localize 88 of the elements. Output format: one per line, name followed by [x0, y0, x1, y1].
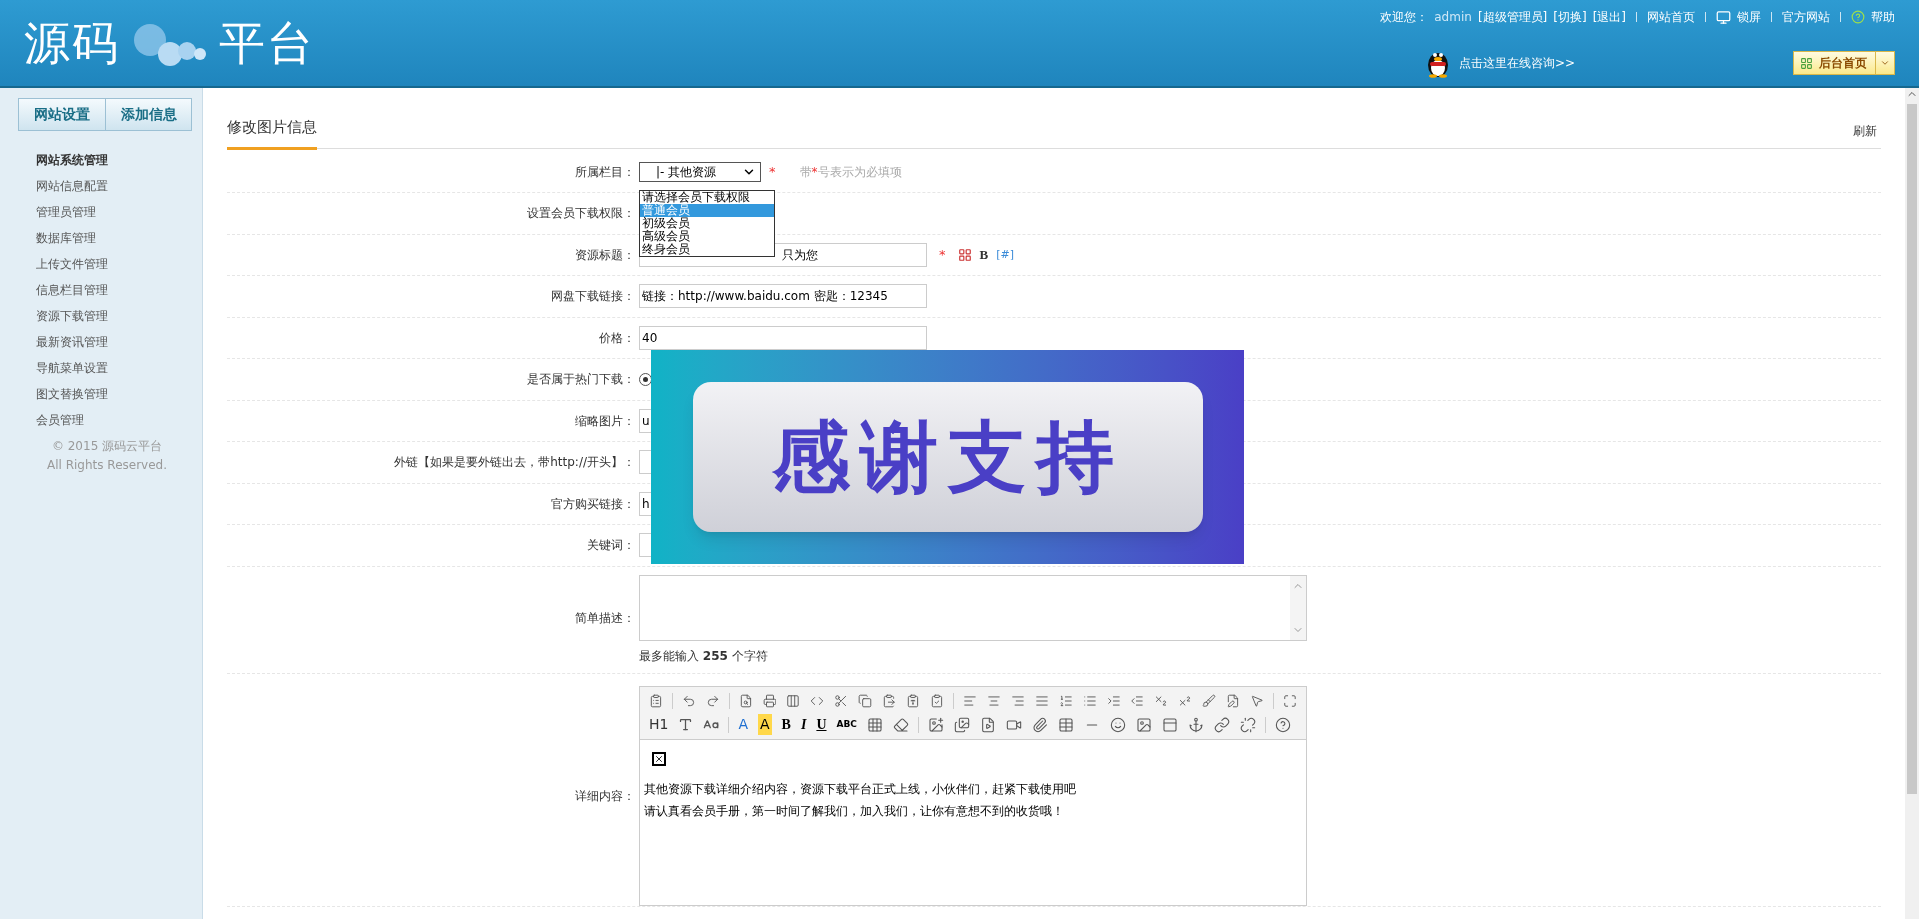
sidebar-tab[interactable]: 网站设置	[19, 99, 105, 130]
role-label: [超级管理员]	[1477, 9, 1548, 26]
link-icon[interactable]	[1213, 716, 1230, 733]
editor-text-line: 其他资源下载详细介绍内容，资源下载平台正式上线，小伙伴们，赶紧下载使用吧	[644, 780, 1077, 798]
print-icon[interactable]	[762, 692, 777, 709]
category-select[interactable]: |- 其他资源	[639, 161, 761, 182]
sidebar-item[interactable]: 图文替换管理	[36, 381, 108, 407]
edit-document-icon[interactable]	[1226, 692, 1241, 709]
required-mark: *	[769, 163, 776, 181]
paperclip-icon[interactable]	[1031, 716, 1048, 733]
text-input[interactable]: 40	[639, 325, 927, 350]
field-label: 关键词：	[586, 537, 636, 555]
help-icon[interactable]	[1274, 716, 1291, 733]
sidebar-item[interactable]: 会员管理	[36, 407, 108, 433]
broken-image-icon	[652, 751, 666, 766]
field-label: 资源标题：	[574, 246, 636, 264]
username: admin	[1434, 9, 1472, 26]
sidebar-item[interactable]: 信息栏目管理	[36, 277, 108, 303]
video-file-icon[interactable]	[979, 716, 996, 733]
sidebar-item[interactable]: 最新资讯管理	[36, 329, 108, 355]
field-label: 是否属于热门下载：	[526, 371, 636, 389]
character-limit-note: 最多能输入 255 个字符	[639, 647, 769, 665]
field-label: 缩略图片：	[574, 412, 636, 430]
sidebar-item[interactable]: 上传文件管理	[36, 251, 108, 277]
page-title: 修改图片信息	[227, 116, 317, 150]
field-label: 外链【如果是要外链出去，带http://开头】：	[393, 454, 636, 472]
preview-icon[interactable]	[738, 692, 753, 709]
toolbar-text-button[interactable]: B	[781, 714, 791, 735]
tiles-icon	[1800, 56, 1813, 70]
field-label: 简单描述：	[574, 609, 636, 627]
field-label: 官方购买链接：	[550, 495, 636, 513]
online-consult-link[interactable]: 点击这里在线咨询>>	[1459, 54, 1576, 72]
sidebar-heading: 网站系统管理	[36, 152, 108, 169]
table-icon[interactable]	[1057, 716, 1074, 733]
dropdown-option[interactable]: 终身会员	[640, 243, 774, 257]
required-hint: 带*号表示为必填项	[799, 163, 902, 181]
brush-icon[interactable]	[1202, 692, 1217, 709]
paste-icon[interactable]	[882, 692, 897, 709]
sidebar-item[interactable]: 管理员管理	[36, 199, 108, 225]
toolbar-text-button[interactable]: U	[816, 714, 827, 735]
field-label: 价格：	[598, 329, 636, 347]
sidebar-item[interactable]: 网站信息配置	[36, 173, 108, 199]
font-family-icon[interactable]	[678, 717, 694, 732]
copyright-text: All Rights Reserved.	[47, 457, 167, 474]
toolbar-text-button[interactable]: ABC	[836, 717, 857, 732]
images-icon[interactable]	[953, 716, 970, 733]
field-label: 设置会员下载权限：	[526, 205, 636, 223]
cut-icon[interactable]	[834, 692, 849, 709]
monitor-icon	[1716, 9, 1731, 25]
image-add-icon[interactable]	[927, 716, 944, 733]
text-input[interactable]: 链接：http://www.baidu.com 密匙：12345	[639, 284, 927, 309]
welcome-label: 欢迎您：	[1380, 9, 1429, 26]
sidebar-tab[interactable]: 添加信息	[105, 99, 191, 130]
image-icon[interactable]	[1135, 716, 1152, 733]
fullscreen-icon[interactable]	[1282, 692, 1297, 709]
dropdown-option[interactable]: 高级会员	[640, 230, 774, 244]
anchor-icon[interactable]	[1187, 716, 1204, 733]
scrollbar[interactable]	[1905, 88, 1919, 919]
bold-toggle[interactable]: B	[979, 245, 989, 265]
thanks-popup-dialog: 感谢支持	[651, 350, 1244, 564]
toolbar-text-button[interactable]: A	[758, 714, 772, 735]
sidebar-item[interactable]: 数据库管理	[36, 225, 108, 251]
site-logo[interactable]: 源码 平台	[24, 0, 316, 86]
refresh-link[interactable]: 刷新	[1853, 121, 1881, 148]
unlink-icon[interactable]	[1239, 716, 1256, 733]
dropdown-option[interactable]: 请选择会员下载权限	[640, 191, 774, 205]
field-label: 所属栏目：	[574, 163, 636, 181]
sidebar-item[interactable]: 导航菜单设置	[36, 355, 108, 381]
toolbar-text-button[interactable]: H1	[649, 714, 669, 735]
source-icon[interactable]	[649, 692, 663, 709]
copy-icon[interactable]	[858, 692, 873, 709]
editor-text-line: 请认真看会员手册，第一时间了解我们，加入我们，让你有意想不到的收货哦！	[644, 802, 1065, 820]
caret-icon	[1880, 58, 1890, 68]
admin-home-button[interactable]: 后台首页	[1793, 51, 1895, 75]
paste-text-icon[interactable]	[906, 692, 921, 709]
field-label: 网盘下载链接：	[550, 288, 636, 306]
dropdown-option[interactable]: 初级会员	[640, 217, 774, 231]
copyright-text: © 2015 源码云平台	[51, 438, 163, 455]
smiley-icon[interactable]	[1109, 716, 1126, 733]
field-label: 详细内容：	[574, 787, 636, 805]
grid-icon[interactable]	[866, 716, 883, 733]
anchor-link[interactable]: [#]	[996, 246, 1014, 263]
eraser-icon[interactable]	[892, 716, 909, 733]
help-icon	[1851, 10, 1865, 24]
toolbar-text-button[interactable]: I	[800, 714, 807, 735]
sidebar-item[interactable]: 资源下载管理	[36, 303, 108, 329]
required-mark: *	[939, 246, 946, 264]
toolbar-text-button[interactable]: A	[738, 714, 748, 735]
